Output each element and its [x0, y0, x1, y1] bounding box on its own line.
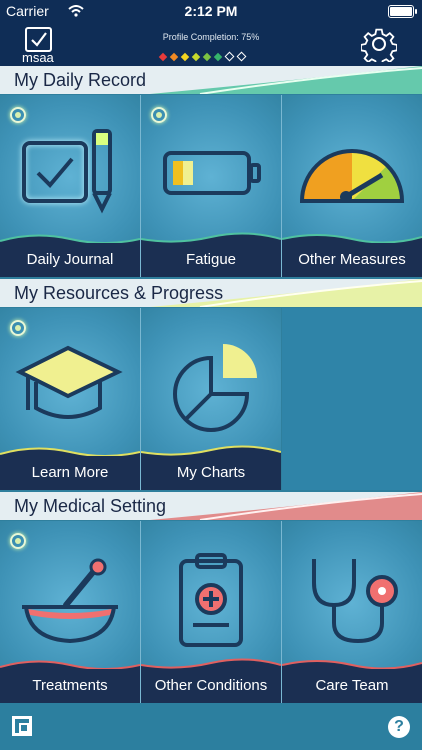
app-header: msaa Profile Completion: 75% [0, 22, 422, 66]
pie-chart-icon [173, 344, 257, 432]
profile-completion-diamonds [158, 47, 250, 62]
section-bar-daily-record: My Daily Record [0, 66, 422, 94]
status-time: 2:12 PM [184, 3, 238, 19]
section-bar-resources: My Resources & Progress [0, 279, 422, 307]
tile-other-conditions[interactable]: Other Conditions [141, 521, 281, 703]
status-bar: Carrier 2:12 PM [0, 0, 422, 22]
completion-diamond [169, 52, 179, 62]
tile-label: Daily Journal [26, 251, 114, 268]
completion-diamond [202, 52, 212, 62]
empty-tile-slot [282, 308, 422, 490]
tile-label: Other Measures [298, 251, 406, 268]
tile-treatments[interactable]: Treatments [0, 521, 140, 703]
battery-status-icon [388, 5, 417, 18]
tile-fatigue[interactable]: Fatigue [141, 95, 281, 277]
profile-completion-label: Profile Completion: 75% [162, 32, 260, 42]
tile-my-charts[interactable]: My Charts [141, 308, 281, 490]
battery-icon [163, 151, 261, 195]
tile-learn-more[interactable]: Learn More [0, 308, 140, 490]
new-indicator-icon [10, 533, 26, 549]
graduation-cap-icon [15, 345, 123, 419]
bottom-toolbar: ? [0, 703, 422, 750]
completion-diamond [213, 52, 223, 62]
completion-diamond [180, 52, 190, 62]
checkbox-pencil-icon [22, 129, 112, 214]
qr-code-icon[interactable] [12, 716, 32, 736]
mortar-pestle-icon [22, 558, 118, 644]
section-title: My Daily Record [14, 70, 147, 90]
tile-care-team[interactable]: Care Team [282, 521, 422, 703]
completion-diamond [236, 51, 247, 62]
new-indicator-icon [10, 107, 26, 123]
stethoscope-icon [312, 559, 398, 644]
new-indicator-icon [10, 320, 26, 336]
medical-clipboard-icon [179, 553, 243, 647]
tile-daily-journal[interactable]: Daily Journal [0, 95, 140, 277]
tile-label: My Charts [176, 464, 246, 481]
section-bar-medical-setting: My Medical Setting [0, 492, 422, 520]
tile-label: Other Conditions [154, 677, 268, 694]
tile-label: Learn More [31, 464, 109, 481]
tile-label: Fatigue [185, 251, 237, 268]
section-title: My Resources & Progress [14, 283, 224, 303]
completion-diamond [158, 52, 168, 62]
gauge-icon [299, 149, 405, 203]
new-indicator-icon [151, 107, 167, 123]
gear-icon[interactable] [361, 26, 397, 62]
section-title: My Medical Setting [14, 496, 167, 516]
completion-diamond [224, 51, 235, 62]
completion-diamond [191, 52, 201, 62]
tile-label: Care Team [315, 677, 389, 694]
tile-label: Treatments [32, 677, 108, 694]
tile-other-measures[interactable]: Other Measures [282, 95, 422, 277]
logo-text: msaa [22, 50, 54, 65]
help-icon[interactable]: ? [388, 716, 410, 738]
